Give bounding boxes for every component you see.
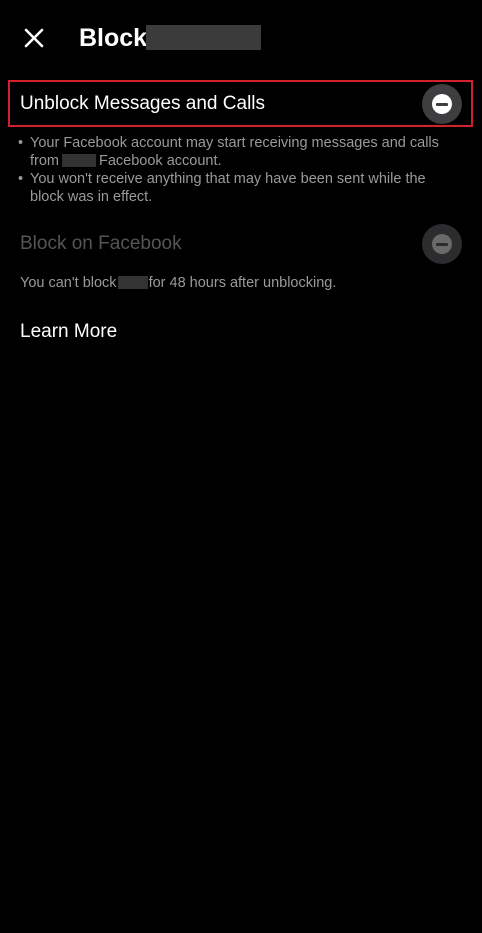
close-icon bbox=[24, 28, 44, 48]
list-item: • You won't receive anything that may ha… bbox=[18, 170, 463, 206]
page-title: Block bbox=[79, 24, 148, 52]
block-wait-note: You can't block for 48 hours after unbloc… bbox=[20, 274, 336, 292]
learn-more-link[interactable]: Learn More bbox=[20, 321, 117, 343]
redacted-name bbox=[146, 25, 261, 50]
bullet-marker: • bbox=[18, 135, 24, 151]
unblock-messages-label: Unblock Messages and Calls bbox=[20, 93, 266, 114]
block-facebook-button-disabled bbox=[422, 224, 462, 264]
bullet-text: Facebook account. bbox=[99, 153, 222, 169]
header: Block bbox=[0, 0, 482, 76]
bullet-text: You won't receive anything that may have… bbox=[30, 171, 426, 205]
close-button[interactable] bbox=[18, 22, 50, 54]
redacted-name bbox=[117, 276, 148, 289]
block-on-facebook-row: Block on Facebook bbox=[0, 224, 482, 264]
unblock-messages-row[interactable]: Unblock Messages and Calls bbox=[8, 80, 473, 127]
note-text: You can't block bbox=[20, 275, 117, 291]
note-text: for 48 hours after unblocking. bbox=[148, 275, 337, 291]
redacted-name bbox=[62, 154, 96, 167]
list-item: • Your Facebook account may start receiv… bbox=[18, 134, 463, 170]
unblock-toggle-button[interactable] bbox=[422, 84, 462, 124]
minus-circle-icon bbox=[432, 234, 452, 254]
minus-circle-icon bbox=[432, 94, 452, 114]
block-on-facebook-label: Block on Facebook bbox=[20, 233, 182, 254]
bullet-marker: • bbox=[18, 171, 24, 187]
unblock-info-list: • Your Facebook account may start receiv… bbox=[18, 134, 463, 206]
